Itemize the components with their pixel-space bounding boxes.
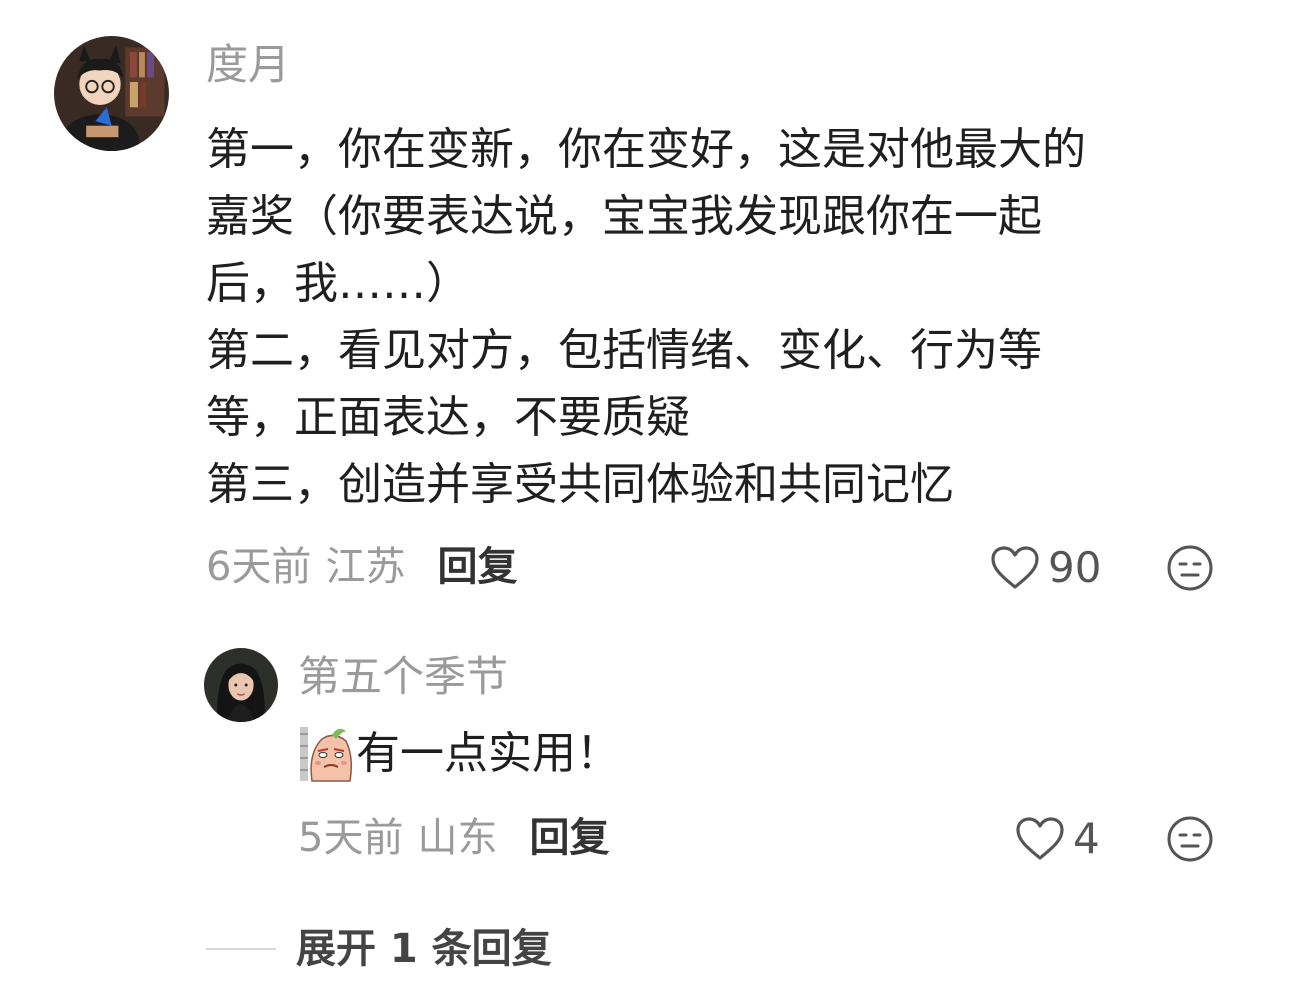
neutral-face-icon	[1167, 545, 1213, 591]
comment-line: 第三，创造并享受共同体验和共同记忆	[206, 459, 954, 510]
reply-commenter-name[interactable]: 第五个季节	[298, 656, 508, 698]
like-count: 90	[1048, 543, 1102, 592]
reply-comment-text: 有一点实用！	[298, 722, 620, 786]
expand-replies-button[interactable]: 展开 1 条回复	[206, 922, 552, 976]
comment-time: 5天前	[298, 815, 404, 861]
main-commenter-name[interactable]: 度月	[206, 44, 290, 86]
comment-region: 山东	[417, 815, 498, 861]
comment-line: 等，正面表达，不要质疑	[206, 392, 690, 443]
comment-line: 第一，你在变新，你在变好，这是对他最大的	[206, 124, 1086, 175]
cartoon-boy-avatar-icon	[54, 36, 169, 151]
reply-comment-meta: 5天前 山东 回复	[298, 818, 609, 858]
reply-commenter-avatar[interactable]	[204, 648, 278, 722]
comment-thread: 度月 第一，你在变新，你在变好，这是对他最大的 嘉奖（你要表达说，宝宝我发现跟你…	[0, 0, 1290, 1006]
main-comment-text: 第一，你在变新，你在变好，这是对他最大的 嘉奖（你要表达说，宝宝我发现跟你在一起…	[206, 116, 1246, 518]
heart-outline-icon	[1016, 817, 1064, 860]
heart-outline-icon	[991, 546, 1039, 589]
like-count: 4	[1073, 814, 1100, 863]
like-button[interactable]: 4	[1015, 816, 1100, 862]
reply-button[interactable]: 回复	[437, 544, 517, 590]
reply-button[interactable]: 回复	[529, 815, 609, 861]
comment-region: 江苏	[325, 544, 406, 590]
neutral-face-icon	[1167, 816, 1213, 862]
comment-line: 后，我……）	[206, 258, 470, 309]
dislike-button[interactable]	[1166, 544, 1214, 592]
main-commenter-avatar[interactable]	[54, 36, 169, 151]
peach-sticker-emoji	[298, 723, 354, 785]
woman-portrait-avatar-icon	[204, 648, 278, 722]
expand-replies-label: 展开 1 条回复	[296, 926, 552, 972]
reply-text: 有一点实用！	[356, 728, 620, 779]
main-comment-meta: 6天前 江苏 回复	[206, 547, 517, 587]
like-button[interactable]: 90	[990, 545, 1101, 591]
dislike-button[interactable]	[1166, 815, 1214, 863]
comment-line: 第二，看见对方，包括情绪、变化、行为等	[206, 325, 1042, 376]
divider	[206, 948, 276, 950]
comment-line: 嘉奖（你要表达说，宝宝我发现跟你在一起	[206, 191, 1042, 242]
comment-time: 6天前	[206, 544, 312, 590]
